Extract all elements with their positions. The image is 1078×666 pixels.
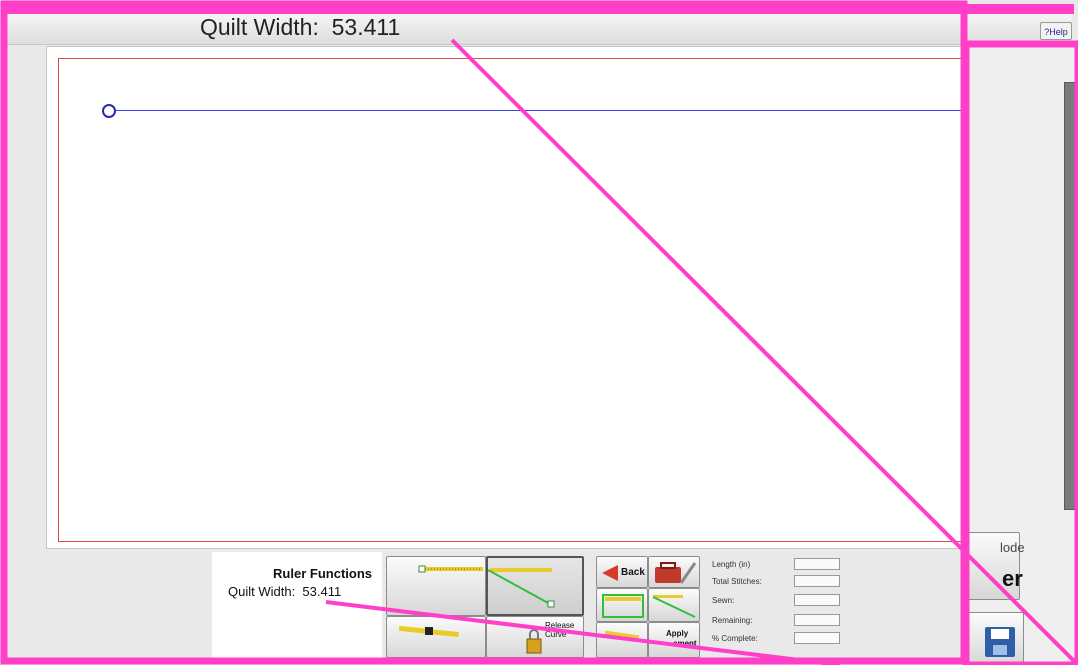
measure-icon (398, 625, 460, 638)
title-bar (6, 12, 1072, 45)
help-button[interactable]: ?Help (1040, 22, 1072, 40)
mode-label-top: lode (1000, 540, 1025, 555)
vertical-scrollbar[interactable] (1064, 82, 1078, 510)
save-icon (985, 627, 1015, 657)
ruler-small-button[interactable] (596, 622, 648, 658)
sewn-label: Sewn: (712, 596, 735, 605)
sewn-field (794, 594, 840, 606)
ruler-functions-title: Ruler Functions (273, 566, 372, 581)
percent-complete-field (794, 632, 840, 644)
toolbox-icon (655, 562, 697, 584)
ruler-icon (418, 565, 483, 573)
lock-icon (526, 629, 542, 654)
save-button[interactable] (962, 612, 1024, 665)
straight-ruler-button[interactable] (386, 556, 486, 616)
back-button[interactable]: Back (596, 556, 648, 588)
apply-label: Apply (666, 629, 689, 638)
remaining-label: Remaining: (712, 616, 753, 625)
quilt-width-callout: Quilt Width: 53.411 (200, 14, 401, 40)
total-stitches-field (794, 575, 840, 587)
remaining-field (794, 614, 840, 626)
ruler-line[interactable] (116, 110, 972, 111)
angle-line-button[interactable] (648, 588, 700, 622)
angled-ruler-icon (488, 568, 555, 608)
boundary-button[interactable] (596, 588, 648, 622)
total-stitches-label: Total Stitches: (712, 577, 762, 586)
ruler-start-handle[interactable] (102, 104, 116, 118)
ruler-small-icon (604, 630, 640, 640)
release-curve-button[interactable]: Release Curve (486, 616, 584, 658)
percent-complete-label: % Complete: (712, 634, 758, 643)
apply-placement-button[interactable]: Apply ement (648, 622, 700, 658)
mode-label-bottom: er (1002, 566, 1023, 591)
toolbox-button[interactable] (648, 556, 700, 588)
apply-label-2: ement (673, 639, 697, 648)
ruler-functions-quilt-width: Quilt Width: 53.411 (228, 584, 342, 599)
measure-ruler-button[interactable] (386, 616, 486, 658)
back-arrow-icon (602, 565, 618, 581)
length-label: Length (in) (712, 560, 751, 569)
back-label: Back (621, 567, 645, 578)
length-field (794, 558, 840, 570)
boundary-icon (602, 594, 644, 618)
angled-ruler-button[interactable] (486, 556, 584, 616)
quilt-boundary (58, 58, 970, 542)
angle-line-icon (652, 595, 696, 618)
